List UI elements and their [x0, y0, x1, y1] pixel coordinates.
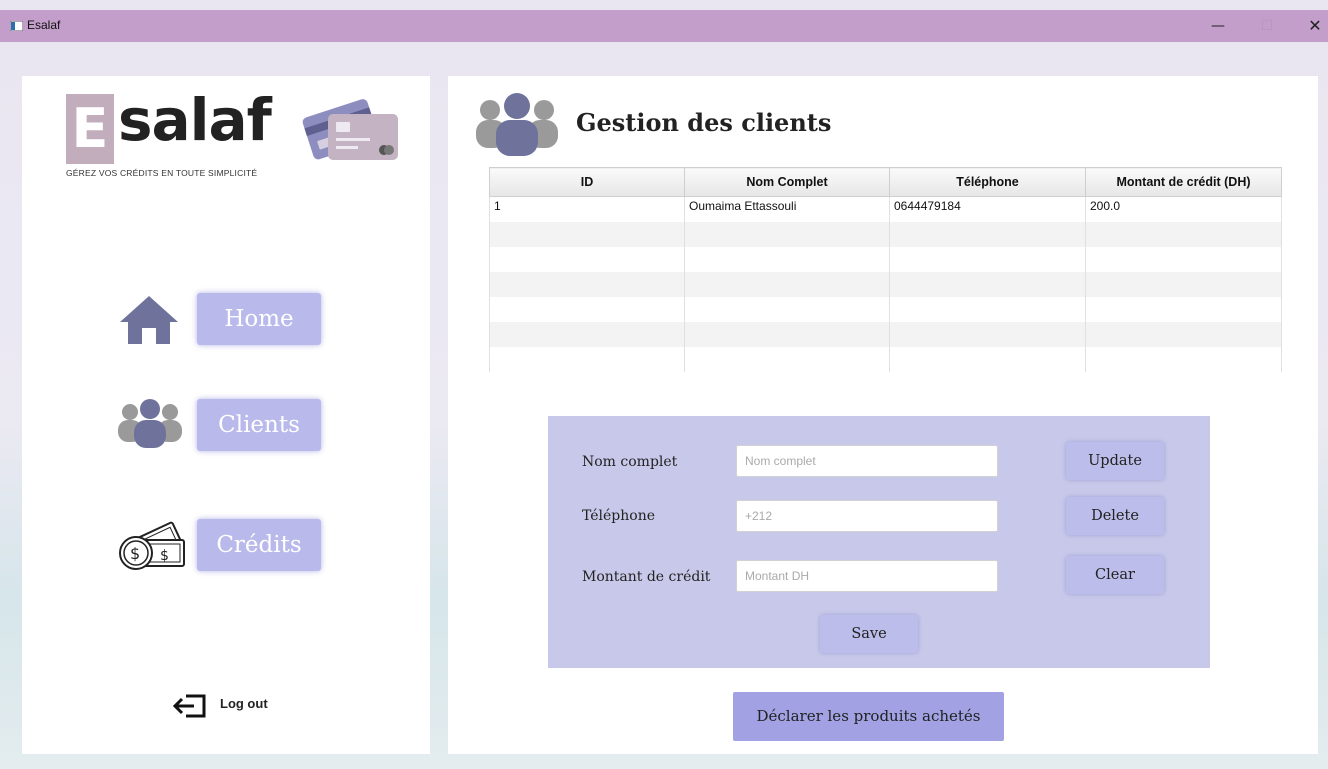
amount-label: Montant de crédit — [582, 569, 711, 585]
empty-cell — [489, 222, 685, 247]
save-button[interactable]: Save — [820, 615, 918, 653]
column-header-phone[interactable]: Téléphone — [889, 167, 1086, 197]
cell-name: Oumaima Ettassouli — [684, 196, 890, 222]
cell-phone: 0644479184 — [889, 196, 1086, 222]
logo-tagline: GÉREZ VOS CRÉDITS EN TOUTE SIMPLICITÉ — [66, 168, 258, 178]
nav-clients-button[interactable]: Clients — [197, 399, 321, 451]
empty-cell — [684, 272, 890, 297]
name-input[interactable] — [736, 445, 998, 477]
main-panel: Gestion des clients ID Nom Complet Télép… — [448, 76, 1318, 754]
empty-cell — [489, 247, 685, 272]
nav-credits-button[interactable]: Crédits — [197, 519, 321, 571]
logo-letter: E — [71, 97, 109, 160]
empty-cell — [1085, 247, 1282, 272]
table-row-empty[interactable] — [489, 272, 1282, 297]
empty-cell — [489, 297, 685, 322]
empty-cell — [489, 322, 685, 347]
clear-button[interactable]: Clear — [1066, 556, 1164, 594]
empty-cell — [684, 247, 890, 272]
empty-cell — [684, 222, 890, 247]
empty-cell — [889, 222, 1086, 247]
window-title: Esalaf — [27, 18, 61, 32]
empty-cell — [889, 247, 1086, 272]
client-form-panel: Nom complet Téléphone Montant de crédit … — [548, 416, 1210, 668]
cell-id: 1 — [489, 196, 685, 222]
nav-home-button[interactable]: Home — [197, 293, 321, 345]
svg-text:$: $ — [160, 548, 169, 564]
clients-table: ID Nom Complet Téléphone Montant de créd… — [489, 167, 1282, 372]
empty-cell — [1085, 222, 1282, 247]
credit-cards-icon — [302, 99, 398, 160]
empty-cell — [889, 272, 1086, 297]
users-group-icon — [476, 93, 558, 156]
maximize-button[interactable]: ☐ — [1252, 15, 1282, 37]
declare-products-button[interactable]: Déclarer les produits achetés — [733, 692, 1004, 741]
table-row-empty[interactable] — [489, 322, 1282, 347]
empty-cell — [889, 297, 1086, 322]
column-header-name[interactable]: Nom Complet — [684, 167, 890, 197]
window-titlebar: Esalaf — ☐ ✕ — [0, 10, 1328, 42]
delete-button[interactable]: Delete — [1066, 497, 1164, 535]
empty-cell — [489, 272, 685, 297]
empty-cell — [889, 322, 1086, 347]
empty-cell — [684, 322, 890, 347]
empty-cell — [489, 347, 685, 372]
empty-cell — [684, 297, 890, 322]
home-icon — [120, 296, 178, 344]
table-row[interactable]: 1 Oumaima Ettassouli 0644479184 200.0 — [489, 196, 1282, 222]
page-title: Gestion des clients — [576, 108, 832, 137]
phone-input[interactable] — [736, 500, 998, 532]
close-button[interactable]: ✕ — [1300, 15, 1328, 37]
column-header-id[interactable]: ID — [489, 167, 685, 197]
update-button[interactable]: Update — [1066, 442, 1164, 480]
name-label: Nom complet — [582, 454, 678, 470]
table-row-empty[interactable] — [489, 347, 1282, 372]
empty-cell — [889, 347, 1086, 372]
app-window-icon — [10, 21, 23, 31]
minimize-button[interactable]: — — [1203, 15, 1233, 37]
amount-input[interactable] — [736, 560, 998, 592]
table-row-empty[interactable] — [489, 297, 1282, 322]
phone-label: Téléphone — [582, 508, 656, 524]
logout-icon[interactable] — [172, 692, 208, 720]
empty-cell — [1085, 347, 1282, 372]
logo-letter-box: E — [66, 94, 114, 164]
empty-cell — [684, 347, 890, 372]
empty-cell — [1085, 272, 1282, 297]
table-header-row: ID Nom Complet Téléphone Montant de créd… — [489, 167, 1282, 197]
empty-cell — [1085, 322, 1282, 347]
svg-text:$: $ — [130, 544, 140, 563]
empty-cell — [1085, 297, 1282, 322]
logout-label[interactable]: Log out — [220, 696, 268, 711]
sidebar: E salaf GÉREZ VOS CRÉDITS EN TOUTE SIMPL… — [22, 76, 430, 754]
cell-credit: 200.0 — [1085, 196, 1282, 222]
table-row-empty[interactable] — [489, 247, 1282, 272]
column-header-credit[interactable]: Montant de crédit (DH) — [1085, 167, 1282, 197]
table-row-empty[interactable] — [489, 222, 1282, 247]
logo-word: salaf — [118, 86, 272, 154]
money-icon: $ $ — [119, 521, 185, 570]
users-group-icon — [118, 399, 182, 448]
